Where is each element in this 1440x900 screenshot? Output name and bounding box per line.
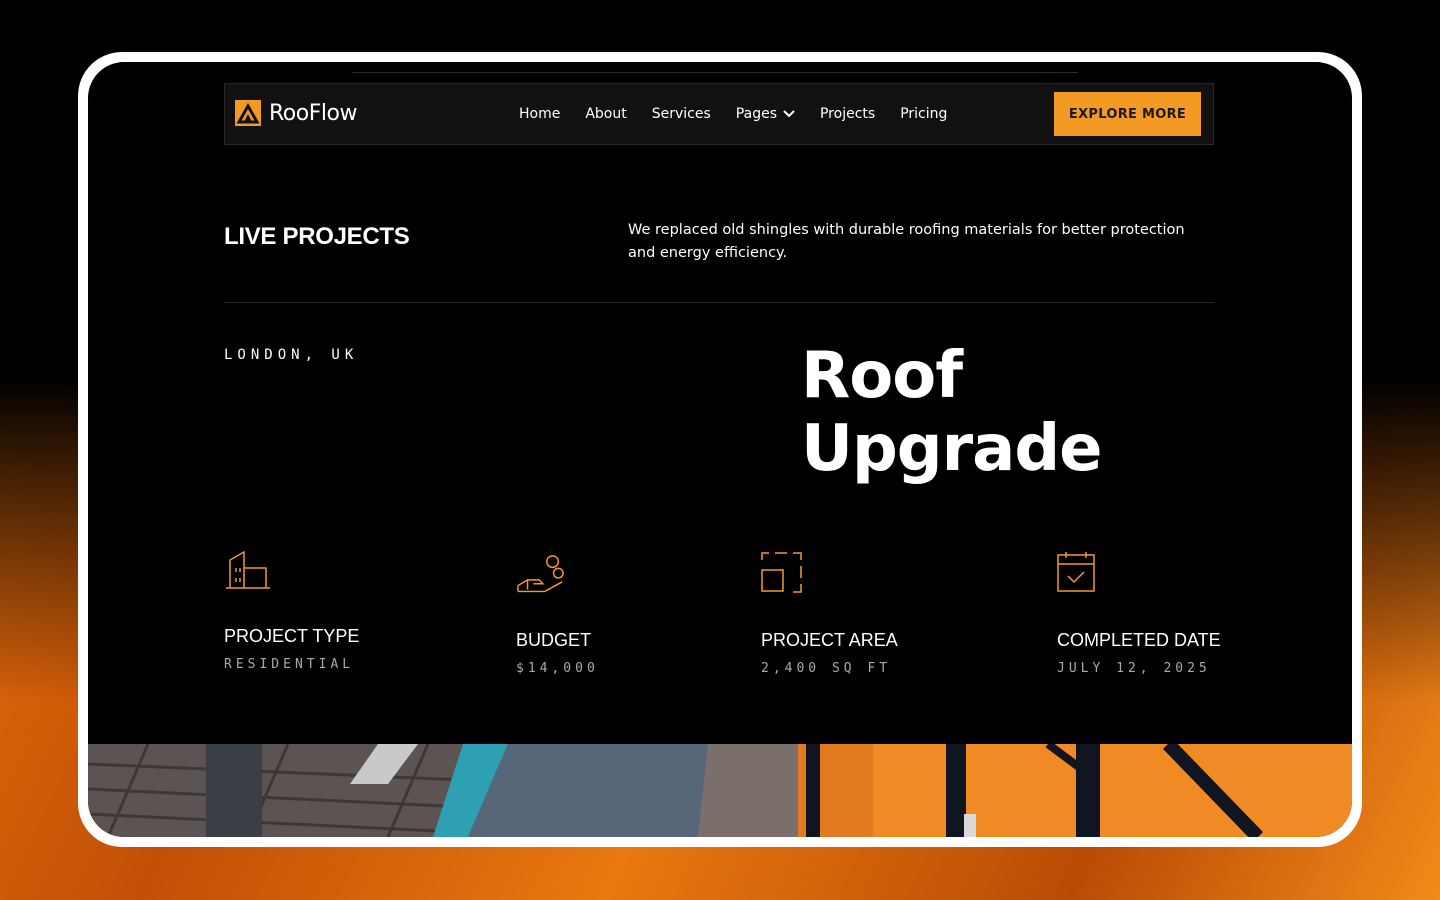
section-divider: [224, 302, 1214, 303]
stat-completed-date: COMPLETED DATE JULY 12, 2025: [1057, 552, 1221, 676]
calendar-check-icon: [1057, 552, 1095, 592]
explore-more-button[interactable]: EXPLORE MORE: [1054, 92, 1201, 136]
project-title: Roof Upgrade: [801, 340, 1161, 486]
stat-value: RESIDENTIAL: [224, 657, 355, 672]
building-icon: [226, 550, 270, 589]
nav-pricing[interactable]: Pricing: [900, 106, 947, 122]
nav-pages[interactable]: Pages: [736, 106, 795, 122]
stat-label: PROJECT AREA: [761, 630, 898, 650]
project-title-line2: Upgrade: [801, 412, 1103, 486]
project-photo: [88, 744, 1352, 837]
navbar: RooFlow Home About Services Pages Projec…: [224, 83, 1214, 145]
stat-project-type: PROJECT TYPE RESIDENTIAL: [224, 548, 359, 672]
top-divider: [352, 72, 1078, 73]
nav-pages-label: Pages: [735, 106, 777, 122]
chevron-down-icon: [783, 110, 795, 118]
nav-about[interactable]: About: [585, 106, 626, 122]
stat-value: 2,400 SQ FT: [761, 661, 892, 676]
nav-services[interactable]: Services: [652, 106, 711, 122]
logo-mark-icon: [235, 100, 261, 126]
area-frame-icon: [761, 552, 802, 593]
stat-label: BUDGET: [516, 630, 592, 650]
logo[interactable]: RooFlow: [235, 100, 357, 126]
section-description: We replaced old shingles with durable ro…: [628, 222, 1185, 261]
stat-project-area: PROJECT AREA 2,400 SQ FT: [761, 552, 898, 676]
nav-home[interactable]: Home: [519, 106, 560, 122]
nav-projects[interactable]: Projects: [820, 106, 875, 122]
budget-hand-coins-icon: [517, 555, 564, 593]
section-title: LIVE PROJECTS: [224, 223, 410, 250]
main-nav: Home About Services Pages Projects Prici…: [519, 84, 972, 144]
website-screen: RooFlow Home About Services Pages Projec…: [88, 62, 1352, 837]
brand-name: RooFlow: [269, 100, 357, 126]
stat-budget: BUDGET $14,000: [516, 552, 599, 676]
project-location: LONDON, UK: [224, 347, 359, 363]
stat-label: COMPLETED DATE: [1057, 630, 1221, 650]
stat-label: PROJECT TYPE: [224, 626, 360, 646]
project-title-line1: Roof: [801, 339, 963, 413]
stat-value: JULY 12, 2025: [1057, 661, 1211, 676]
stat-value: $14,000: [516, 661, 599, 676]
